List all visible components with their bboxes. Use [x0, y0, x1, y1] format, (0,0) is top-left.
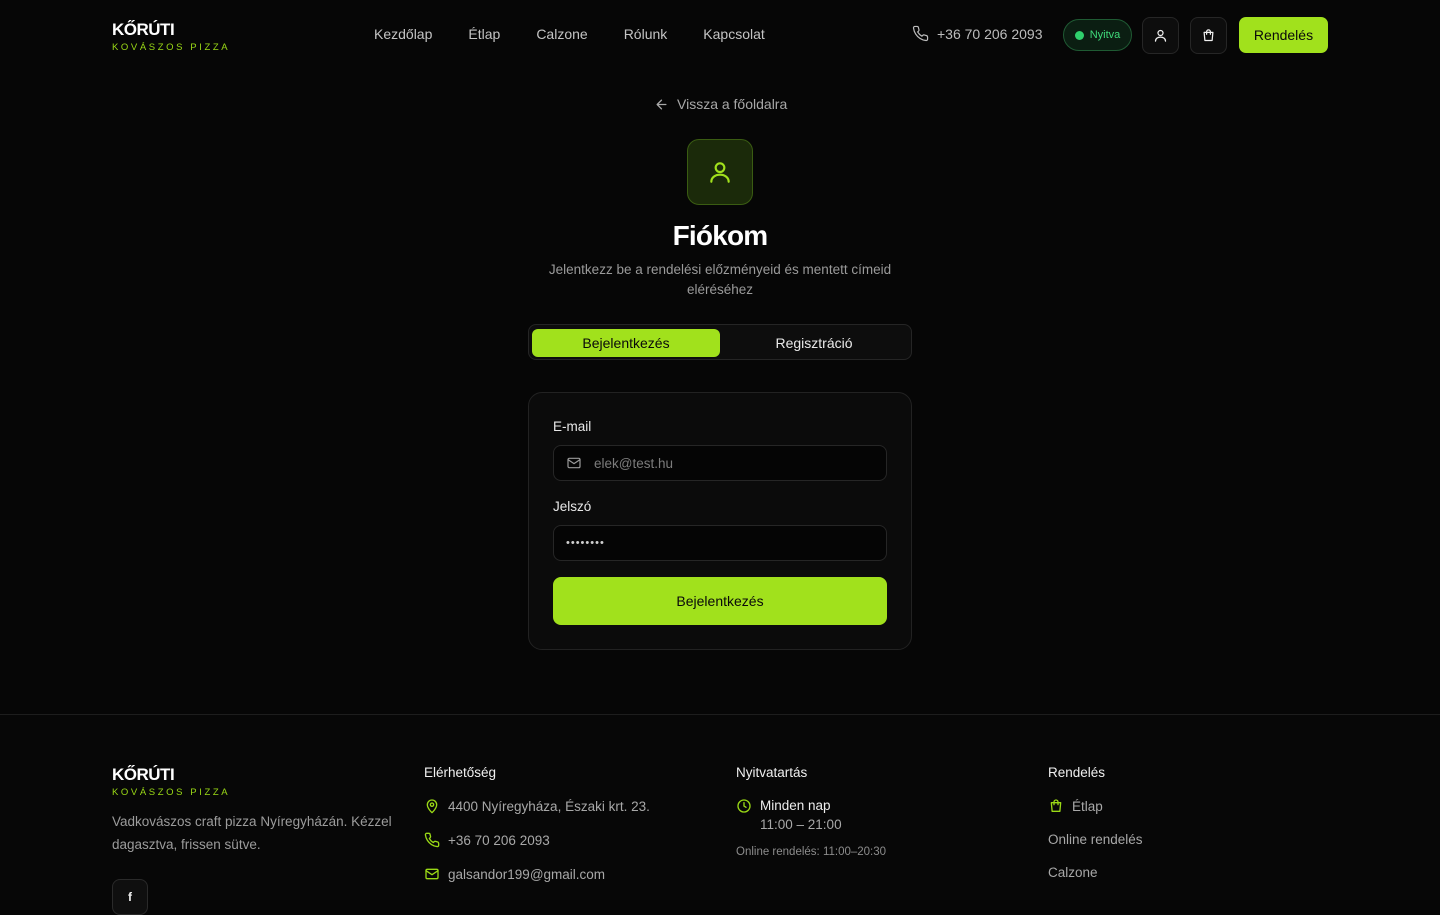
phone-icon: [424, 832, 440, 848]
online-hours: Online rendelés: 11:00–20:30: [736, 846, 887, 858]
mail-icon: [425, 868, 439, 880]
cart-button[interactable]: [1190, 17, 1227, 54]
bag-icon: [1050, 799, 1062, 812]
nav-item-menu[interactable]: Étlap: [468, 26, 500, 42]
order-button[interactable]: Rendelés: [1239, 17, 1328, 53]
page-subtitle: Jelentkezz be a rendelési előzményeid és…: [548, 262, 892, 297]
password-placeholder: ••••••••: [566, 537, 605, 549]
tab-login[interactable]: Bejelentkezés: [532, 329, 720, 357]
footer-email[interactable]: galsandor199@gmail.com: [424, 866, 650, 882]
hours-heading: Nyitvatartás: [736, 765, 808, 780]
user-icon: [710, 162, 730, 183]
header-phone-number: +36 70 206 2093: [937, 25, 1043, 42]
email-label: E-mail: [553, 419, 592, 434]
logo[interactable]: KŐRÚTI KOVÁSZOS PIZZA: [112, 20, 230, 53]
footer-description: Vadkovászos craft pizza Nyíregyházán. Ké…: [112, 814, 392, 852]
footer-phone-text: +36 70 206 2093: [448, 832, 550, 848]
site-footer: KŐRÚTI KOVÁSZOS PIZZA Vadkovászos craft …: [0, 714, 1440, 915]
facebook-link[interactable]: f: [112, 879, 148, 915]
hours-days: Minden nap: [760, 798, 831, 813]
status-text: Nyitva: [1089, 29, 1121, 41]
footer-email-text: galsandor199@gmail.com: [448, 866, 606, 882]
logo-subtitle: KOVÁSZOS PIZZA: [112, 42, 231, 53]
page-title: Fiókom: [672, 220, 769, 251]
auth-tabs: Bejelentkezés Regisztráció: [528, 324, 912, 360]
footer-logo-title: KŐRÚTI: [112, 765, 175, 784]
back-link[interactable]: Vissza a főoldalra: [654, 96, 787, 112]
nav-item-about[interactable]: Rólunk: [624, 26, 668, 42]
footer-link-menu[interactable]: Étlap: [1048, 798, 1143, 814]
hours-time: 11:00 – 21:00: [760, 817, 842, 832]
nav-item-calzone[interactable]: Calzone: [536, 26, 587, 42]
footer-logo-subtitle: KOVÁSZOS PIZZA: [112, 787, 231, 798]
arrow-left-icon: [656, 99, 667, 109]
site-header: KŐRÚTI KOVÁSZOS PIZZA Kezdőlap Étlap Cal…: [0, 0, 1440, 70]
footer-address-text: 4400 Nyíregyháza, Északi krt. 23.: [448, 798, 650, 814]
order-heading: Rendelés: [1048, 765, 1106, 780]
status-badge: Nyitva: [1063, 19, 1132, 51]
footer-link-online-order[interactable]: Online rendelés: [1048, 832, 1143, 847]
email-placeholder: elek@test.hu: [594, 455, 673, 471]
account-button[interactable]: [1142, 17, 1179, 54]
email-field[interactable]: elek@test.hu: [553, 445, 887, 481]
mail-icon: [567, 457, 581, 469]
logo-title: KŐRÚTI: [112, 20, 175, 39]
login-form: E-mail elek@test.hu Jelszó •••••••• Beje…: [528, 392, 912, 650]
footer-hours: Nyitvatartás Minden nap 11:00 – 21:00 On…: [736, 765, 886, 858]
login-submit-button[interactable]: Bejelentkezés: [553, 577, 887, 625]
footer-link-menu-label: Étlap: [1072, 798, 1103, 814]
footer-brand: KŐRÚTI KOVÁSZOS PIZZA Vadkovászos craft …: [112, 765, 402, 856]
phone-icon: [912, 25, 929, 42]
password-field[interactable]: ••••••••: [553, 525, 887, 561]
tab-register[interactable]: Regisztráció: [720, 329, 908, 357]
contact-heading: Elérhetőség: [424, 765, 497, 780]
header-phone[interactable]: +36 70 206 2093: [912, 25, 1043, 42]
map-pin-icon: [426, 799, 438, 814]
password-label: Jelszó: [553, 499, 592, 514]
facebook-icon: f: [128, 890, 132, 904]
footer-address: 4400 Nyíregyháza, Északi krt. 23.: [424, 798, 650, 814]
footer-contact: Elérhetőség 4400 Nyíregyháza, Északi krt…: [424, 765, 650, 882]
clock-icon: [737, 799, 751, 813]
footer-phone[interactable]: +36 70 206 2093: [424, 832, 650, 848]
footer-order: Rendelés Étlap Online rendelés Calzone: [1048, 765, 1143, 880]
nav-item-home[interactable]: Kezdőlap: [374, 26, 432, 42]
status-dot-icon: [1074, 30, 1084, 40]
account-avatar: [687, 139, 753, 205]
cart-icon: [1203, 29, 1214, 42]
user-icon: [1154, 29, 1167, 42]
footer-link-calzone[interactable]: Calzone: [1048, 865, 1143, 880]
back-link-label: Vissza a főoldalra: [677, 96, 788, 112]
nav-item-contact[interactable]: Kapcsolat: [703, 26, 764, 42]
main-nav: Kezdőlap Étlap Calzone Rólunk Kapcsolat: [374, 26, 765, 42]
hours-row: Minden nap 11:00 – 21:00: [736, 798, 886, 832]
